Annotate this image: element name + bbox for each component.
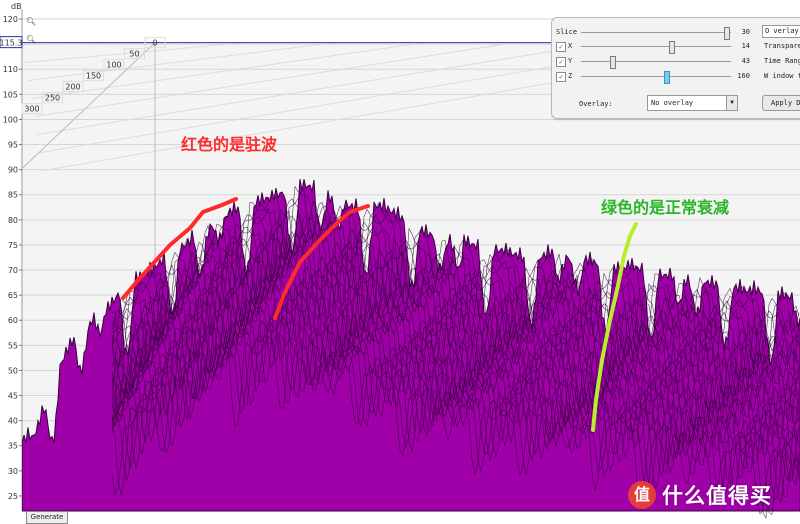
x-value: 14 — [741, 42, 750, 50]
overlay-select-value: No overlay — [651, 99, 694, 107]
slice-row: Slice 30 O verlay Tr — [556, 25, 800, 40]
y-tick-label: 60 — [8, 316, 18, 325]
y-tick-label: 85 — [8, 191, 18, 200]
slice-slider-track[interactable] — [581, 27, 731, 40]
y-tick-label: 45 — [8, 392, 18, 401]
slice-slider-thumb[interactable] — [724, 27, 731, 40]
transparency-label: Transparen — [764, 42, 800, 50]
window-label: W indow ti — [764, 72, 800, 80]
y-slider-thumb[interactable] — [610, 56, 617, 69]
overlay-select[interactable]: No overlay ▼ — [647, 95, 738, 111]
apply-button[interactable]: Apply D — [762, 95, 800, 111]
watermark-logo-icon: 值 — [628, 481, 656, 509]
z-label: Z — [568, 72, 573, 80]
y-unit-label: dB — [11, 2, 22, 11]
y-tick-label: 110 — [3, 65, 18, 74]
slice-value: 30 — [741, 28, 750, 36]
y-tick-label: 65 — [8, 291, 18, 300]
y-tick-label: 50 — [8, 366, 18, 375]
y-slider-track[interactable] — [581, 56, 731, 69]
depth-tick-label: 100 — [106, 61, 121, 70]
x-row: ✓ X 14 Transparen — [556, 40, 800, 54]
z-checkbox[interactable]: ✓ — [556, 72, 566, 82]
depth-tick-label: 200 — [65, 83, 80, 92]
depth-tick-label: 250 — [45, 94, 60, 103]
y-tick-label: 80 — [8, 216, 18, 225]
depth-tick-label: 150 — [86, 72, 101, 81]
y-tick-label: 90 — [8, 166, 18, 175]
magnifier-icon[interactable]: 🔍︎ — [26, 17, 36, 27]
waterfall-chart: dB12011511010510095908580757065605550454… — [0, 0, 800, 524]
z-slider-thumb[interactable] — [664, 71, 671, 84]
depth-tick-label: 0 — [152, 39, 157, 48]
y-tick-label: 25 — [8, 492, 18, 501]
generate-button[interactable]: Generate — [26, 511, 68, 524]
z-row: ✓ Z 160 W indow ti — [556, 70, 800, 84]
y-tick-label: 75 — [8, 241, 18, 250]
time-range-label: Time Rang — [764, 57, 800, 65]
y-tick-label: 105 — [3, 90, 18, 99]
control-panel: Slice 30 O verlay Tr ✓ X 14 Transparen ✓… — [551, 17, 800, 119]
x-label: X — [568, 42, 573, 50]
magnifier-icon[interactable]: 🔍︎ — [26, 35, 36, 45]
x-checkbox[interactable]: ✓ — [556, 42, 566, 52]
z-slider-track[interactable] — [581, 71, 731, 84]
reference-marker-label: 115.3 — [0, 39, 22, 48]
annotation-green: 绿色的是正常衰减 — [601, 198, 729, 217]
y-tick-label: 55 — [8, 341, 18, 350]
y-checkbox[interactable]: ✓ — [556, 57, 566, 67]
depth-tick-label: 300 — [24, 105, 39, 114]
site-watermark: 值 什么值得买 — [628, 481, 772, 509]
depth-tick-label: 50 — [129, 50, 139, 59]
y-tick-label: 100 — [3, 115, 18, 124]
slice-label: Slice — [556, 28, 578, 36]
y-tick-label: 30 — [8, 467, 18, 476]
watermark-text: 什么值得买 — [662, 484, 772, 508]
overlay-label: Overlay: — [579, 100, 613, 108]
annotation-red: 红色的是驻波 — [181, 135, 278, 154]
x-slider-thumb[interactable] — [668, 41, 675, 54]
y-value: 43 — [741, 57, 750, 65]
overlay-transparency-box[interactable]: O verlay Tr — [762, 25, 800, 38]
y-label: Y — [568, 57, 573, 65]
y-tick-label: 95 — [8, 141, 18, 150]
y-tick-label: 120 — [3, 15, 18, 24]
y-tick-label: 70 — [8, 266, 18, 275]
z-value: 160 — [737, 72, 750, 80]
y-row: ✓ Y 43 Time Rang — [556, 55, 800, 69]
x-slider-track[interactable] — [581, 41, 731, 54]
chevron-down-icon[interactable]: ▼ — [726, 96, 737, 110]
y-tick-label: 35 — [8, 442, 18, 451]
y-tick-label: 40 — [8, 417, 18, 426]
